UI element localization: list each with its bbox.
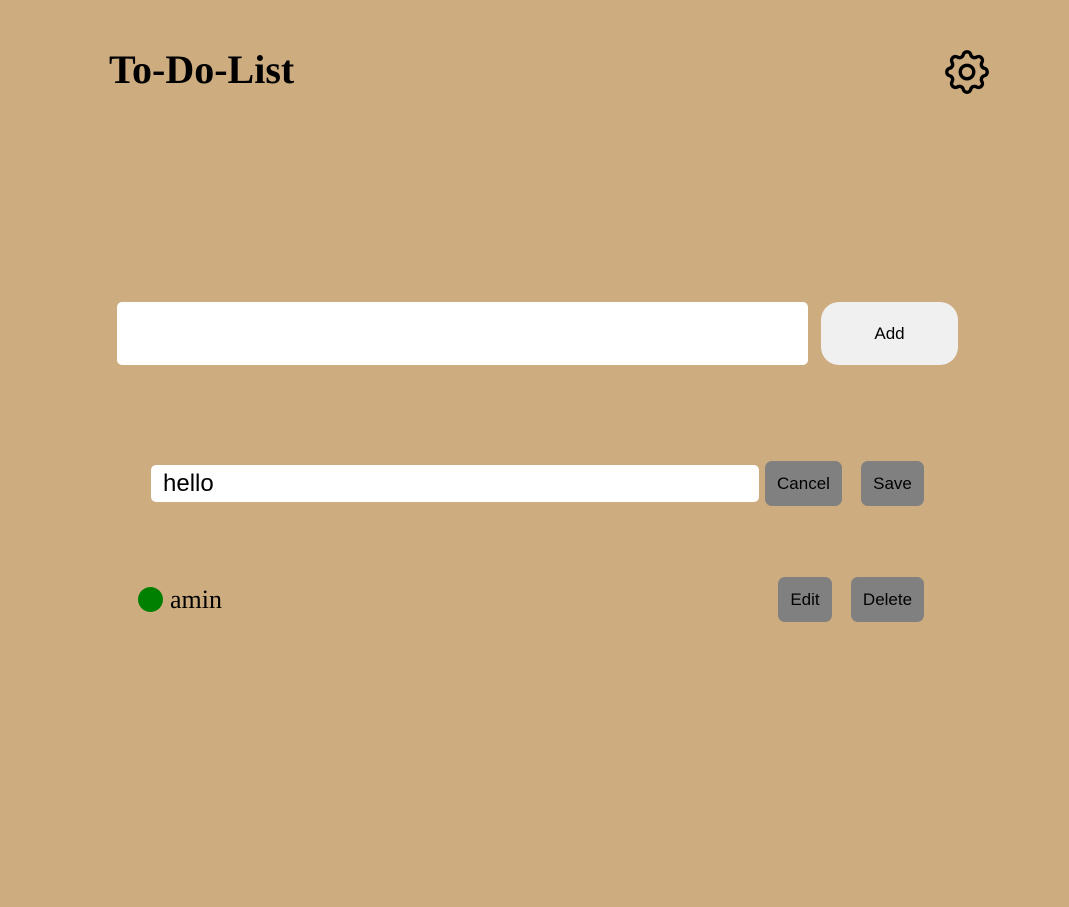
add-button[interactable]: Add <box>821 302 958 365</box>
edit-button[interactable]: Edit <box>778 577 832 622</box>
settings-button[interactable] <box>940 45 994 99</box>
app-title: To-Do-List <box>109 47 295 92</box>
task-text: amin <box>170 585 222 614</box>
save-button[interactable]: Save <box>861 461 924 506</box>
delete-button[interactable]: Delete <box>851 577 924 622</box>
cancel-button[interactable]: Cancel <box>765 461 842 506</box>
task-status-dot[interactable] <box>138 587 163 612</box>
gear-icon <box>940 45 994 99</box>
header: To-Do-List <box>0 0 1069 140</box>
new-task-input[interactable] <box>117 302 808 365</box>
edit-task-input[interactable] <box>151 465 759 502</box>
